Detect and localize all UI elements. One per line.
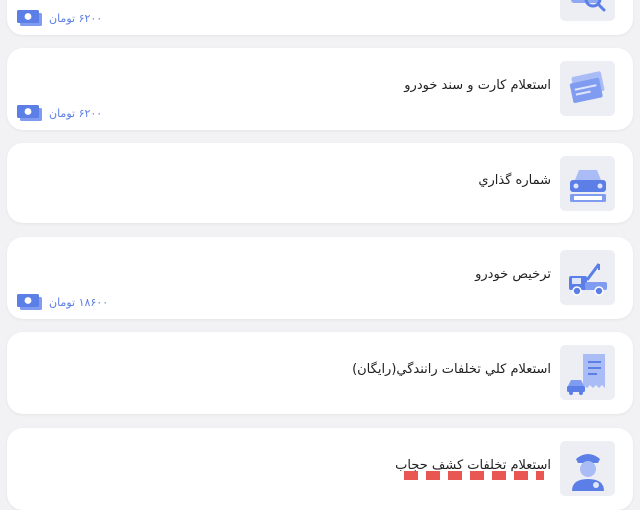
service-thumbnail: [560, 156, 615, 211]
service-card[interactable]: استعلام کلي تخلفات رانندگي(رايگان): [7, 332, 633, 414]
price-text: ۶۲۰۰ تومان: [49, 106, 103, 120]
money-icon: [17, 10, 42, 26]
service-thumbnail: [560, 61, 615, 116]
service-card[interactable]: استعلام تخلفات کشف حجاب: [7, 428, 633, 510]
service-thumbnail: [560, 441, 615, 496]
service-thumbnail: [560, 250, 615, 305]
service-card[interactable]: ۶۲۰۰ تومان: [7, 0, 633, 35]
service-title: ترخيص خودرو: [475, 267, 551, 282]
service-price: ۶۲۰۰ تومان: [16, 9, 102, 27]
price-text: ۱۸۶۰۰ تومان: [49, 295, 109, 309]
cards-icon: [569, 70, 604, 103]
service-price: ۱۸۶۰۰ تومان: [16, 293, 108, 311]
service-title: شماره گذاري: [478, 173, 551, 188]
money-icon: [17, 294, 42, 310]
service-price: ۶۲۰۰ تومان: [16, 104, 102, 122]
service-title: استعلام کلي تخلفات رانندگي(رايگان): [352, 362, 551, 377]
police-officer-icon: [571, 453, 604, 491]
service-thumbnail: [560, 0, 615, 21]
decorative-stripe: [404, 471, 544, 480]
receipt-car-icon: [566, 353, 605, 395]
service-card[interactable]: استعلام کارت و سند خودرو ۶۲۰۰ تومان: [7, 48, 633, 130]
service-card[interactable]: ترخيص خودرو ۱۸۶۰۰ تومان: [7, 237, 633, 319]
service-title: استعلام کارت و سند خودرو: [404, 78, 551, 93]
service-thumbnail: [560, 345, 615, 400]
car-front-icon: [569, 169, 606, 202]
tow-truck-icon: [568, 262, 607, 296]
price-text: ۶۲۰۰ تومان: [49, 11, 103, 25]
search-icon: [570, 0, 605, 11]
money-icon: [17, 105, 42, 121]
service-card[interactable]: شماره گذاري: [7, 143, 633, 223]
